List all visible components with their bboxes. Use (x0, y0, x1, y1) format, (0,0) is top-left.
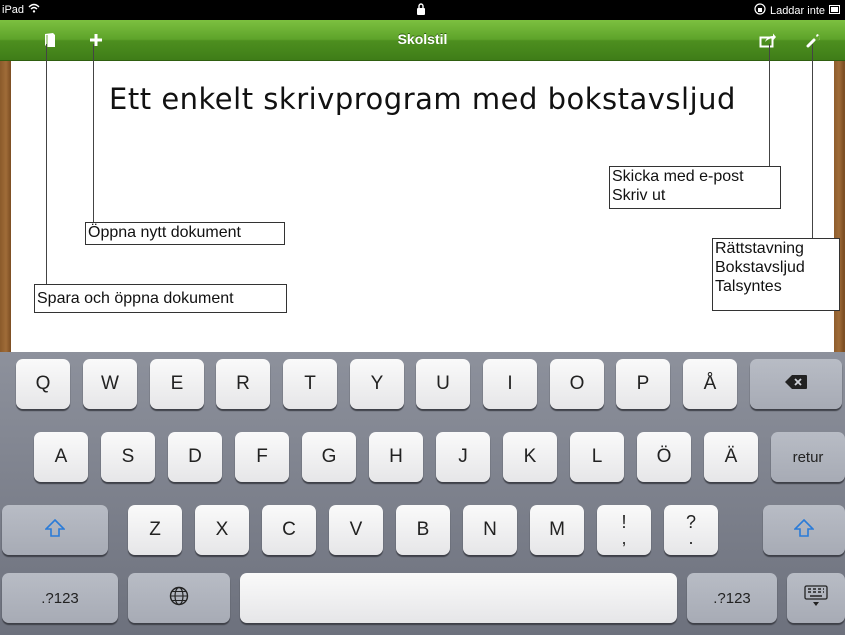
key-question-period[interactable]: ? . (664, 505, 718, 555)
key-comma-label: , (621, 528, 627, 548)
lock-icon (416, 3, 426, 18)
callout-email: Skicka med e-post (612, 168, 744, 185)
hide-keyboard-key[interactable] (787, 573, 845, 623)
rotation-lock-icon (754, 3, 766, 18)
key-d[interactable]: D (168, 432, 222, 482)
key-exclamation-comma[interactable]: ! , (597, 505, 651, 555)
battery-icon (829, 4, 841, 17)
key-j[interactable]: J (436, 432, 490, 482)
key-p[interactable]: P (616, 359, 670, 409)
key-e[interactable]: E (150, 359, 204, 409)
key-w[interactable]: W (83, 359, 137, 409)
key-k[interactable]: K (503, 432, 557, 482)
key-a[interactable]: A (34, 432, 88, 482)
backspace-key[interactable] (750, 359, 842, 409)
shift-key-right[interactable] (763, 505, 845, 555)
callout-new-doc-label: Öppna nytt dokument (88, 224, 241, 241)
key-v[interactable]: V (329, 505, 383, 555)
callout-line-save (46, 44, 47, 284)
shift-icon (44, 518, 66, 541)
key-q[interactable]: Q (16, 359, 70, 409)
backspace-icon (785, 375, 807, 393)
key-b[interactable]: B (396, 505, 450, 555)
key-t[interactable]: T (283, 359, 337, 409)
key-l[interactable]: L (570, 432, 624, 482)
callout-line-tools (812, 44, 813, 238)
shift-key-left[interactable] (2, 505, 108, 555)
key-s[interactable]: S (101, 432, 155, 482)
callout-line-new (93, 44, 94, 222)
globe-icon (169, 586, 189, 610)
globe-key[interactable] (128, 573, 230, 623)
key-c[interactable]: C (262, 505, 316, 555)
callout-save-open: Spara och öppna dokument (34, 284, 287, 313)
key-y[interactable]: Y (350, 359, 404, 409)
key-a-umlaut[interactable]: Ä (704, 432, 758, 482)
key-period-label: . (688, 528, 694, 548)
callout-save-open-label: Spara och öppna dokument (37, 290, 234, 307)
share-icon[interactable] (756, 28, 780, 52)
charging-status: Laddar inte (769, 4, 825, 17)
key-g[interactable]: G (302, 432, 356, 482)
key-m[interactable]: M (530, 505, 584, 555)
callout-letter-sounds: Bokstavsljud (715, 259, 805, 276)
key-f[interactable]: F (235, 432, 289, 482)
key-u[interactable]: U (416, 359, 470, 409)
key-o-umlaut[interactable]: Ö (637, 432, 691, 482)
numbers-key-left[interactable]: .?123 (2, 573, 118, 623)
onscreen-keyboard: Q W E R T Y U I O P Å A S D F G H J K L … (0, 352, 845, 635)
callout-spelling: Rättstavning (715, 240, 804, 257)
space-bar[interactable] (240, 573, 677, 623)
key-x[interactable]: X (195, 505, 249, 555)
device-label: iPad (2, 3, 25, 16)
app-toolbar: Skolstil (0, 20, 845, 61)
app-title: Skolstil (397, 31, 448, 47)
callout-speech: Talsyntes (715, 278, 782, 295)
wrench-icon[interactable] (801, 28, 825, 52)
key-n[interactable]: N (463, 505, 517, 555)
key-r[interactable]: R (216, 359, 270, 409)
key-h[interactable]: H (369, 432, 423, 482)
callout-tools: Rättstavning Bokstavsljud Talsyntes (712, 238, 840, 311)
key-i[interactable]: I (483, 359, 537, 409)
status-bar: iPad Laddar inte (0, 0, 845, 20)
key-a-ring[interactable]: Å (683, 359, 737, 409)
document-heading[interactable]: Ett enkelt skrivprogram med bokstavsljud (0, 82, 845, 116)
callout-new-document: Öppna nytt dokument (85, 222, 285, 245)
return-key[interactable]: retur (771, 432, 845, 482)
wifi-icon (28, 3, 40, 16)
numbers-key-right[interactable]: .?123 (687, 573, 777, 623)
key-z[interactable]: Z (128, 505, 182, 555)
shift-icon (793, 518, 815, 541)
callout-email-print: Skicka med e-post Skriv ut (609, 166, 781, 209)
callout-print: Skriv ut (612, 187, 666, 204)
key-o[interactable]: O (550, 359, 604, 409)
callout-line-share (769, 44, 770, 166)
keyboard-hide-icon (804, 585, 828, 611)
